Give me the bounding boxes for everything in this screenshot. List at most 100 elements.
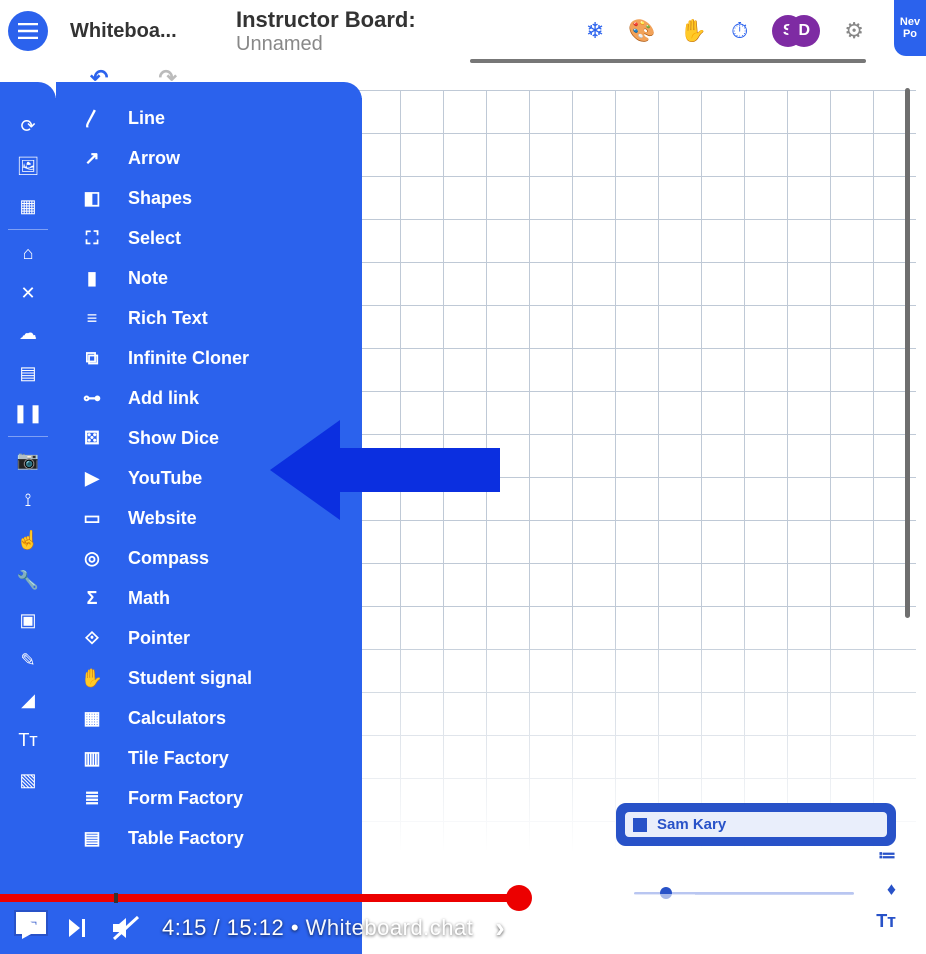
cloud-download-icon[interactable]: ☁ (0, 313, 56, 353)
menu-item-table-factory[interactable]: ▤ Table Factory (56, 818, 362, 858)
menu-item-label: Math (128, 588, 170, 609)
menu-item-label: Select (128, 228, 181, 249)
table-icon: ▤ (80, 828, 104, 849)
wrench-icon[interactable]: 🔧 (0, 560, 56, 600)
menu-item-website[interactable]: ▭ Website (56, 498, 362, 538)
menu-item-label: Add link (128, 388, 199, 409)
select-icon: ⛶ (80, 228, 104, 249)
header-divider (470, 59, 866, 63)
menu-item-label: Rich Text (128, 308, 208, 329)
line-icon: 〳 (80, 105, 104, 131)
video-title: Whiteboard.chat (306, 915, 474, 940)
home-icon[interactable]: ⌂ (0, 233, 56, 273)
link-icon: ⊶ (80, 388, 104, 409)
menu-item-add-link[interactable]: ⊶ Add link (56, 378, 362, 418)
menu-item-arrow[interactable]: ↗Arrow (56, 138, 362, 178)
new-page-label-1: Nev (900, 16, 920, 28)
hand-raise-icon[interactable]: ✋ (680, 18, 707, 44)
time-sep: / (207, 915, 227, 940)
pointer-icon: ⟐ (80, 628, 104, 649)
menu-item-label: Table Factory (128, 828, 244, 849)
avatar-stack[interactable]: S D (772, 15, 820, 47)
time-current: 4:15 (162, 915, 207, 940)
menu-item-infinite-cloner[interactable]: ⧉ Infinite Cloner (56, 338, 362, 378)
avatar[interactable]: D (788, 15, 820, 47)
hamburger-icon (18, 23, 38, 39)
menu-item-shapes[interactable]: ◧Shapes (56, 178, 362, 218)
text-tool-icon[interactable]: Tᴛ (0, 720, 56, 760)
list-toggle-icon[interactable]: ≔ (878, 845, 896, 866)
pencil-icon[interactable]: ✎ (0, 640, 56, 680)
image-stack-icon[interactable]: 🖼 (0, 146, 56, 186)
palette-icon[interactable]: 🎨 (628, 18, 655, 44)
menu-item-label: Note (128, 268, 168, 289)
marquee-icon[interactable]: ▧ (0, 760, 56, 800)
play-button[interactable] (18, 915, 44, 941)
shapes-icon: ◧ (80, 188, 104, 209)
menu-item-label: Pointer (128, 628, 190, 649)
pause-icon[interactable]: ❚❚ (0, 393, 56, 433)
menu-item-student-signal[interactable]: ✋ Student signal (56, 658, 362, 698)
menu-item-line[interactable]: 〳Line (56, 98, 362, 138)
rail-separator (8, 229, 48, 230)
menu-item-math[interactable]: Σ Math (56, 578, 362, 618)
close-icon[interactable]: ✕ (0, 273, 56, 313)
math-icon: Σ (80, 588, 104, 609)
touch-icon[interactable]: ☝ (0, 520, 56, 560)
participant-color-swatch (633, 818, 647, 832)
cloner-icon: ⧉ (80, 348, 104, 369)
volume-muted-icon (112, 915, 140, 941)
chapter-next-button[interactable]: › (495, 912, 504, 944)
board-name: Unnamed (236, 33, 416, 56)
new-page-label-2: Po (903, 28, 917, 40)
menu-item-show-dice[interactable]: ⚄ Show Dice (56, 418, 362, 458)
timer-icon[interactable]: ⏱ (731, 18, 748, 44)
mute-button[interactable] (112, 915, 140, 941)
menu-item-label: Infinite Cloner (128, 348, 249, 369)
snowflake-icon[interactable]: ❄ (586, 18, 604, 44)
time-duration: 15:12 (227, 915, 285, 940)
menu-item-label: Show Dice (128, 428, 219, 449)
menu-item-label: Website (128, 508, 197, 529)
menu-item-youtube[interactable]: ▶YouTube (56, 458, 362, 498)
tools-flyout-menu: 〳Line↗Arrow◧Shapes ⛶ Select ▮ Note ≡ Rich Text… (56, 98, 362, 954)
video-progress-bar[interactable] (0, 894, 926, 902)
refresh-icon[interactable]: ⟳ (0, 106, 56, 146)
hand-icon: ✋ (80, 668, 104, 689)
new-page-button[interactable]: Nev Po (894, 0, 926, 56)
website-icon: ▭ (80, 508, 104, 529)
camera-icon[interactable]: 📷 (0, 440, 56, 480)
menu-item-calculators[interactable]: ▦Calculators (56, 698, 362, 738)
settings-gear-icon[interactable]: ⚙ (844, 18, 864, 44)
next-button[interactable] (66, 916, 90, 940)
menu-item-label: Form Factory (128, 788, 243, 809)
menu-item-tile-factory[interactable]: ▥ Tile Factory (56, 738, 362, 778)
dice-icon: ⚄ (80, 428, 104, 449)
tile-icon: ▥ (80, 748, 104, 769)
eraser-icon[interactable]: ◢ (0, 680, 56, 720)
scrollbar[interactable] (905, 88, 910, 618)
picture-icon[interactable]: ▣ (0, 600, 56, 640)
video-controls: 4:15 / 15:12 • Whiteboard.chat › (0, 902, 926, 954)
book-icon[interactable]: ▤ (0, 353, 56, 393)
menu-item-form-factory[interactable]: ≣Form Factory (56, 778, 362, 818)
menu-item-label: YouTube (128, 468, 202, 489)
menu-item-label: Student signal (128, 668, 252, 689)
menu-item-label: Tile Factory (128, 748, 229, 769)
menu-item-compass[interactable]: ◎Compass (56, 538, 362, 578)
menu-item-rich-text[interactable]: ≡ Rich Text (56, 298, 362, 338)
grid-icon[interactable]: ▦ (0, 186, 56, 226)
menu-item-select[interactable]: ⛶ Select (56, 218, 362, 258)
rich-text-icon: ≡ (80, 308, 104, 329)
participant-card[interactable]: Sam Kary (616, 803, 896, 846)
note-icon: ▮ (80, 268, 104, 289)
cursor-click-icon[interactable]: ⟟ (0, 480, 56, 520)
participant-name: Sam Kary (657, 816, 726, 833)
video-timecode: 4:15 / 15:12 • Whiteboard.chat (162, 915, 473, 941)
menu-item-note[interactable]: ▮ Note (56, 258, 362, 298)
arrow-icon: ↗ (80, 148, 104, 169)
next-icon (66, 916, 90, 940)
progress-played (0, 894, 519, 902)
menu-button[interactable] (8, 11, 48, 51)
menu-item-pointer[interactable]: ⟐ Pointer (56, 618, 362, 658)
